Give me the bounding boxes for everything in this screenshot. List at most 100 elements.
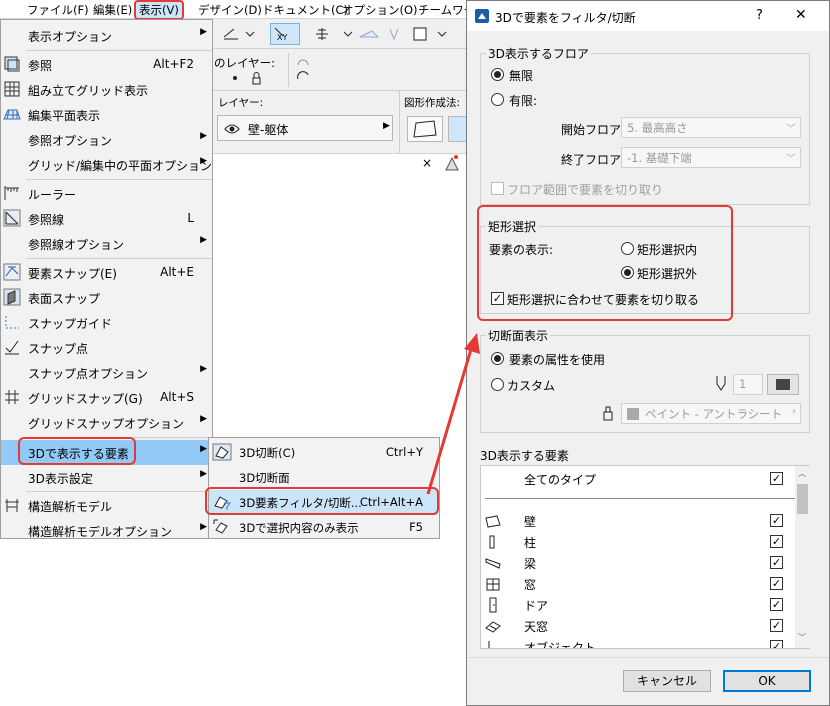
menu-item-display-options[interactable]: 表示オプション ▶ — [1, 23, 212, 48]
menu-item-guide-line[interactable]: 参照線 L — [1, 206, 212, 231]
fill-swatch — [627, 408, 639, 420]
eye-icon — [224, 124, 240, 134]
list-item-all[interactable]: 全てのタイプ ✓ — [481, 468, 795, 489]
list-item-beam[interactable]: 梁 ✓ — [481, 552, 795, 573]
menu-item-shortcut: L — [187, 211, 194, 225]
all-types-checkbox[interactable]: ✓ — [770, 472, 783, 485]
skylight-icon — [485, 621, 501, 633]
fill-select[interactable]: ペイント - アントラシート › — [621, 403, 801, 424]
menu-item-label: 参照オプション — [28, 134, 113, 148]
list-item-column[interactable]: 柱 ✓ — [481, 531, 795, 552]
column-checkbox[interactable]: ✓ — [770, 535, 783, 548]
limited-label: 有限: — [509, 94, 538, 108]
menu-options[interactable]: オプション(O) — [342, 2, 418, 18]
shape-method-button[interactable] — [407, 116, 443, 142]
ok-button[interactable]: OK — [723, 670, 811, 692]
submenu-arrow-icon: ▶ — [200, 364, 207, 374]
menu-item-grid-options[interactable]: グリッド/編集中の平面オプション ▶ — [1, 152, 212, 177]
door-checkbox[interactable]: ✓ — [770, 598, 783, 611]
close-icon[interactable]: × — [422, 156, 432, 170]
menu-item-reference-options[interactable]: 参照オプション ▶ — [1, 127, 212, 152]
menu-item-snap-guide[interactable]: スナップガイド — [1, 310, 212, 335]
snap-guide-icon — [5, 316, 19, 329]
list-item-wall[interactable]: 壁 ✓ — [481, 510, 795, 531]
menu-view[interactable]: 表示(V) — [134, 0, 184, 20]
object-checkbox[interactable]: ✓ — [770, 640, 783, 648]
menu-item-label: スナップ点オプション — [28, 367, 149, 381]
close-icon[interactable]: ✕ — [795, 7, 807, 23]
wall-checkbox[interactable]: ✓ — [770, 514, 783, 527]
submenu-item-label: 3D切断(C) — [239, 446, 296, 460]
menu-document[interactable]: ドキュメント(C) — [262, 2, 348, 18]
submenu-arrow-icon: ▶ — [200, 444, 207, 454]
menu-item-snap-point[interactable]: スナップ点 — [1, 335, 212, 360]
menu-item-label: 参照線オプション — [28, 238, 125, 252]
scroll-up-icon[interactable]: ︿ — [798, 468, 806, 479]
unlimited-radio[interactable] — [491, 68, 504, 81]
menu-bar: ファイル(F) 編集(E) 表示(V) デザイン(D) ドキュメント(C) オプ… — [0, 0, 475, 20]
fill-pattern-button[interactable] — [767, 374, 799, 395]
lock-icon[interactable] — [232, 71, 262, 87]
snap-icon[interactable] — [220, 25, 256, 43]
list-item-window[interactable]: 窓 ✓ — [481, 573, 795, 594]
trim-floor-checkbox[interactable] — [491, 182, 504, 195]
scroll-down-icon[interactable]: ﹀ — [798, 632, 806, 643]
menu-item-snap-point-options[interactable]: スナップ点オプション ▶ — [1, 360, 212, 385]
tool-icon[interactable] — [442, 154, 462, 172]
dialog-titlebar: 3Dで要素をフィルタ/切断 ? ✕ — [467, 1, 829, 31]
menu-item-edit-plane[interactable]: 編集平面表示 — [1, 102, 212, 127]
highlight-marquee — [477, 205, 733, 321]
menu-file[interactable]: ファイル(F) — [27, 2, 89, 18]
end-floor-select[interactable]: -1. 基礎下端 ﹀ — [621, 147, 801, 168]
menu-edit[interactable]: 編集(E) — [93, 2, 132, 18]
menu-item-grid-snap[interactable]: グリッドスナップ(G) Alt+S — [1, 385, 212, 410]
help-icon[interactable]: ? — [756, 8, 763, 23]
toolbar-icons[interactable] — [304, 25, 454, 43]
use-attr-radio[interactable] — [491, 352, 504, 365]
pen-field[interactable]: 1 — [733, 374, 763, 395]
scrollbar-thumb[interactable] — [797, 484, 808, 514]
list-item-object[interactable]: オブジェクト ✓ — [481, 636, 795, 648]
xy-icon: XY — [274, 27, 287, 42]
undo-redo-icon[interactable] — [294, 55, 314, 85]
xy-toggle-button[interactable]: XY — [270, 23, 300, 45]
menu-item-label: グリッド/編集中の平面オプション — [28, 159, 213, 173]
menu-item-structural-options[interactable]: 構造解析モデルオプション ▶ — [1, 518, 212, 543]
menu-item-label: 要素スナップ(E) — [28, 267, 117, 281]
menu-item-label: 構造解析モデル — [28, 500, 113, 514]
limited-radio[interactable] — [491, 93, 504, 106]
cancel-button[interactable]: キャンセル — [623, 670, 711, 692]
list-item-door[interactable]: ドア ✓ — [481, 594, 795, 615]
menu-item-assembly-grid[interactable]: 組み立てグリッド表示 — [1, 77, 212, 102]
window-checkbox[interactable]: ✓ — [770, 577, 783, 590]
custom-radio[interactable] — [491, 378, 504, 391]
start-floor-select[interactable]: 5. 最高高さ ﹀ — [621, 117, 801, 138]
menu-item-label: 表示オプション — [28, 30, 113, 44]
menu-item-surface-snap[interactable]: 表面スナップ — [1, 285, 212, 310]
divider — [288, 53, 289, 87]
menu-item-grid-snap-options[interactable]: グリッドスナップオプション ▶ — [1, 410, 212, 435]
menu-item-element-snap[interactable]: 要素スナップ(E) Alt+E — [1, 260, 212, 285]
skylight-checkbox[interactable]: ✓ — [770, 619, 783, 632]
grid-snap-icon — [5, 390, 19, 404]
submenu-item-3d-cut[interactable]: 3D切断(C) Ctrl+Y — [209, 440, 439, 465]
menu-item-reference[interactable]: 参照 Alt+F2 — [1, 52, 212, 77]
elements-list[interactable]: 全てのタイプ ✓ 壁 ✓ 柱 ✓ 梁 ✓ 窓 ✓ ドア ✓ 天窓 ✓ オブジェクト ✓ ︿ ﹀ — [480, 465, 810, 649]
scrollbar[interactable]: ︿ ﹀ — [795, 466, 810, 648]
menu-item-guide-options[interactable]: 参照線オプション ▶ — [1, 231, 212, 256]
submenu-arrow-icon: ▶ — [200, 469, 207, 479]
menu-design[interactable]: デザイン(D) — [198, 2, 262, 18]
menu-item-3d-settings[interactable]: 3D表示設定 ▶ — [1, 465, 212, 490]
menu-item-label: スナップ点 — [28, 342, 89, 356]
layer-select[interactable]: 壁-躯体 ▶ — [217, 115, 393, 141]
menu-item-ruler[interactable]: ルーラー — [1, 181, 212, 206]
grid-icon — [4, 81, 20, 97]
beam-checkbox[interactable]: ✓ — [770, 556, 783, 569]
list-item-skylight[interactable]: 天窓 ✓ — [481, 615, 795, 636]
submenu-arrow-icon: ▶ — [200, 414, 207, 424]
ruler-icon — [4, 186, 19, 200]
menu-item-structural-model[interactable]: 構造解析モデル — [1, 493, 212, 518]
footer-divider — [467, 657, 829, 658]
submenu-item-3d-selection-only[interactable]: 3Dで選択内容のみ表示 F5 — [209, 515, 439, 540]
menu-item-label: 表面スナップ — [28, 292, 101, 306]
